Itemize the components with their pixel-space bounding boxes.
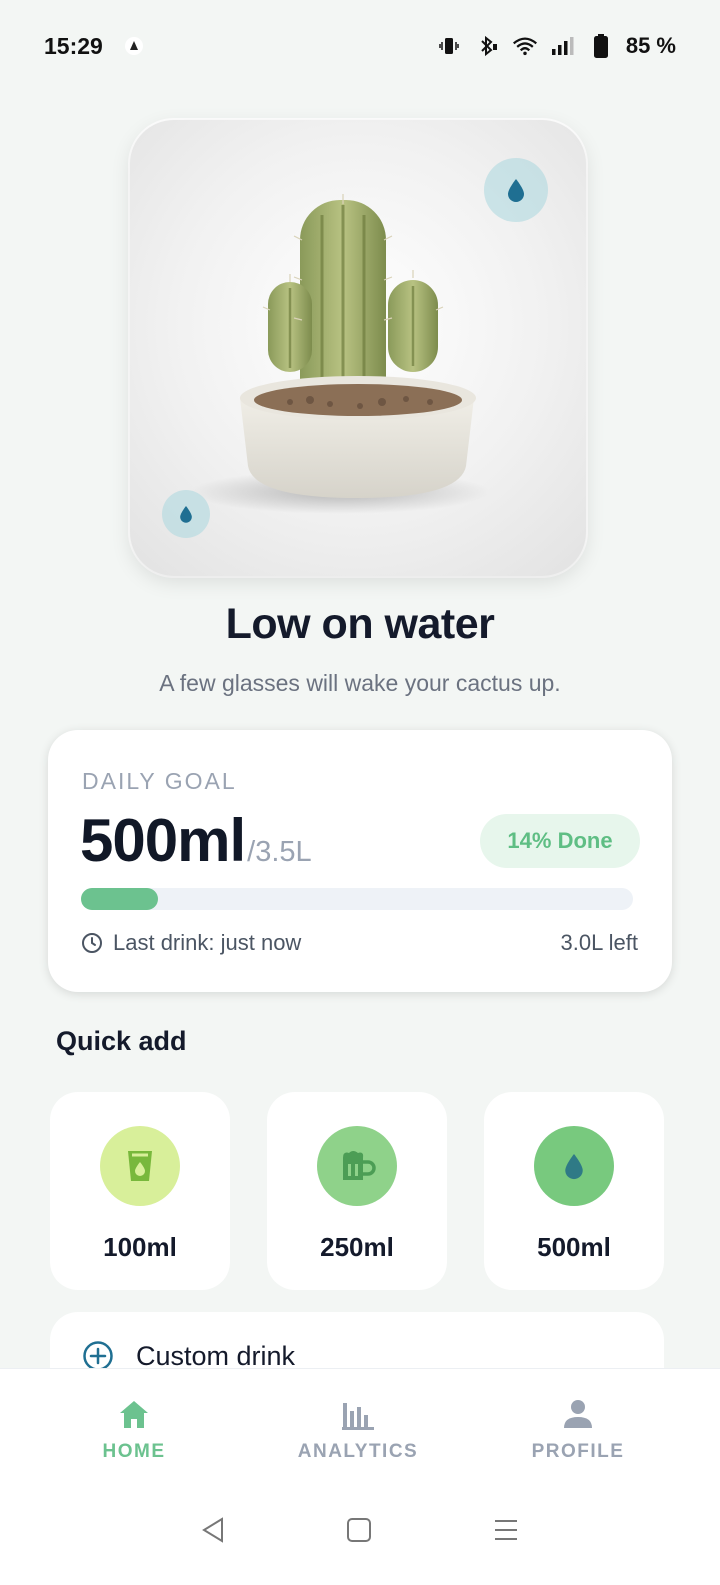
plant-image — [130, 120, 586, 576]
goal-amount: 500ml /3.5L — [80, 806, 312, 875]
goal-value: 500ml — [80, 807, 246, 874]
plant-status-subtitle: A few glasses will wake your cactus up. — [159, 670, 561, 696]
water-drop-icon — [565, 1154, 583, 1180]
quick-add-label: 100ml — [103, 1232, 177, 1262]
signal-icon — [550, 33, 576, 59]
progress-bar — [81, 888, 633, 910]
custom-drink-label: Custom drink — [136, 1340, 296, 1371]
goal-label: DAILY GOAL — [82, 768, 237, 794]
quick-icon-circle — [534, 1126, 614, 1206]
battery-icon — [588, 33, 614, 59]
plant-status-title: Low on water — [225, 600, 495, 648]
nav-profile-label: PROFILE — [531, 1441, 625, 1462]
status-bar: 15:29 85 % — [0, 0, 720, 92]
quick-icon-circle — [100, 1126, 180, 1206]
progress-badge: 14% Done — [480, 814, 640, 868]
water-drop-bubble — [484, 158, 548, 222]
last-drink: Last drink: just now — [81, 930, 301, 956]
quick-add-500ml[interactable]: 500ml — [484, 1092, 664, 1290]
home-square-icon[interactable] — [346, 1517, 372, 1543]
bar-chart-icon — [342, 1403, 374, 1430]
quick-add-label: 250ml — [320, 1232, 394, 1262]
quick-add-label: 500ml — [537, 1232, 611, 1262]
home-icon — [120, 1401, 148, 1428]
back-icon[interactable] — [200, 1516, 226, 1544]
nav-home[interactable]: HOME — [34, 1397, 234, 1463]
status-time: 15:29 — [44, 32, 103, 59]
nav-profile[interactable]: PROFILE — [478, 1397, 678, 1463]
quick-add-title: Quick add — [56, 1026, 187, 1056]
progress-fill — [81, 888, 159, 910]
wifi-icon — [512, 33, 538, 59]
notification-icon — [121, 33, 147, 59]
vibrate-icon — [436, 33, 462, 59]
nav-home-label: HOME — [102, 1441, 166, 1462]
person-icon — [564, 1400, 592, 1428]
remaining-text: 3.0L left — [560, 930, 638, 955]
bluetooth-icon — [474, 33, 500, 59]
water-drop-bubble-small — [162, 490, 210, 538]
water-drop-icon — [180, 506, 192, 523]
glass-icon — [128, 1151, 152, 1181]
quick-add-100ml[interactable]: 100ml — [50, 1092, 230, 1290]
goal-total: /3.5L — [247, 836, 312, 868]
nav-analytics-label: ANALYTICS — [297, 1441, 419, 1462]
mug-icon — [343, 1151, 376, 1180]
menu-icon[interactable] — [492, 1517, 520, 1543]
battery-percent: 85 % — [625, 33, 676, 58]
last-drink-text: Last drink: just now — [113, 930, 302, 955]
quick-add-250ml[interactable]: 250ml — [267, 1092, 447, 1290]
nav-analytics[interactable]: ANALYTICS — [258, 1397, 458, 1463]
system-nav-bar — [0, 1500, 720, 1560]
water-drop-icon — [508, 179, 524, 202]
quick-add-row: 100ml 250ml 500ml — [50, 1092, 664, 1290]
quick-icon-circle — [317, 1126, 397, 1206]
clock-icon — [82, 933, 102, 953]
daily-goal-card: DAILY GOAL 500ml /3.5L 14% Done Last dri… — [48, 730, 672, 992]
